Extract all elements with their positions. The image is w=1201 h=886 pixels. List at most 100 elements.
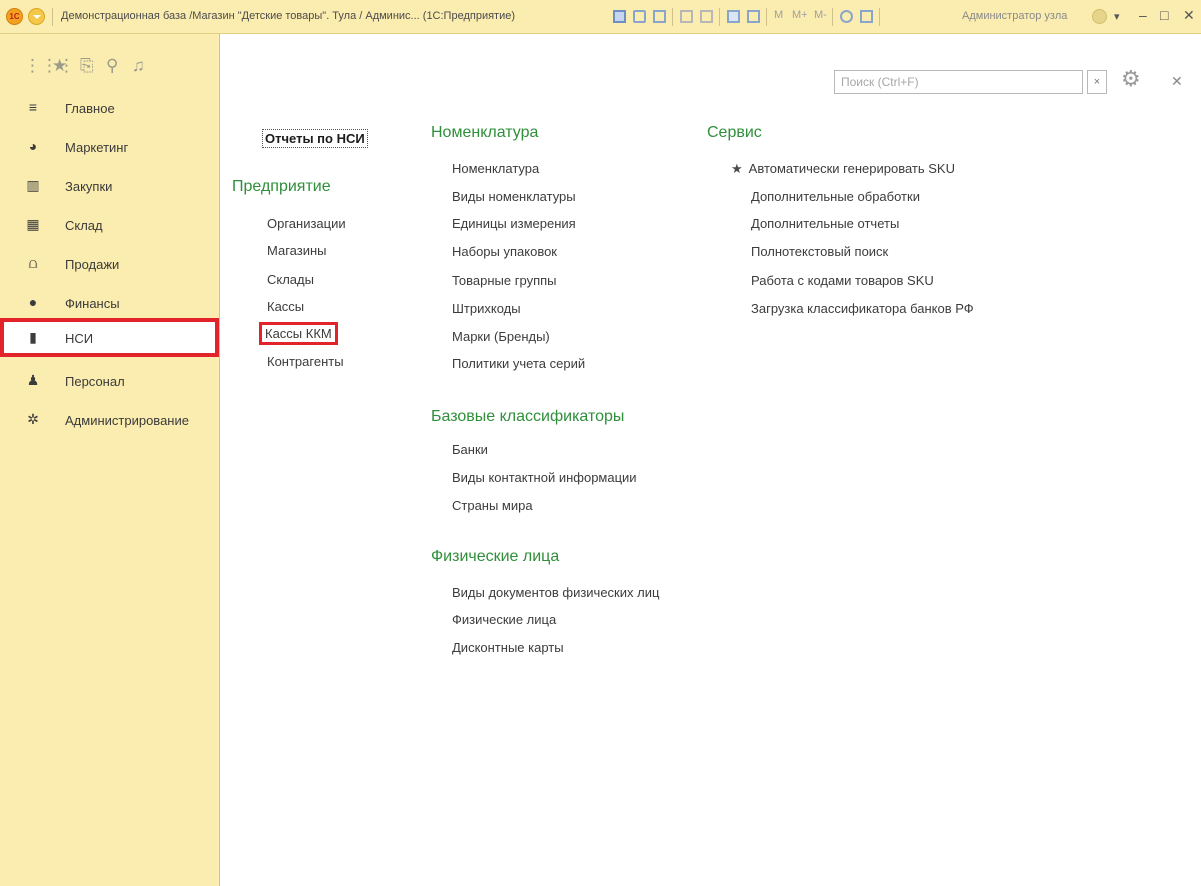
section-title-nomenclature: Номенклатура (431, 124, 539, 141)
sidebar-item-label: Финансы (65, 296, 120, 311)
menu-lines-icon: ≡ (28, 99, 38, 115)
section-title-classifiers: Базовые классификаторы (431, 408, 625, 425)
panels-icon[interactable] (860, 10, 873, 23)
sidebar-item-warehouse[interactable]: ▦ Склад (0, 208, 219, 242)
link-sku-codes[interactable]: Работа с кодами товаров SKU (751, 273, 934, 288)
reports-link[interactable]: Отчеты по НСИ (262, 129, 368, 148)
print-icon[interactable] (633, 10, 646, 23)
pie-chart-icon: ◕ (28, 138, 38, 154)
history-icon[interactable]: ⎘ (80, 56, 94, 76)
documents-icon: ▮ (29, 329, 37, 345)
sidebar-item-label: НСИ (65, 331, 94, 346)
calendar-icon[interactable] (747, 10, 760, 23)
separator (832, 8, 833, 26)
link-contact-info-types[interactable]: Виды контактной информации (452, 470, 637, 485)
window-title: Демонстрационная база /Магазин "Детские … (61, 10, 516, 22)
warehouse-grid-icon: ▦ (26, 216, 40, 232)
link-discount-cards[interactable]: Дисконтные карты (452, 640, 564, 655)
maximize-button[interactable]: □ (1160, 7, 1168, 23)
minimize-button[interactable]: – (1139, 7, 1147, 23)
basket-icon: ⩍ (28, 255, 38, 271)
separator (52, 8, 53, 26)
link-warehouses[interactable]: Склады (267, 272, 314, 287)
close-panel-button[interactable]: ✕ (1171, 73, 1183, 90)
link-nomenclature-types[interactable]: Виды номенклатуры (452, 189, 576, 204)
sidebar-item-personnel[interactable]: ♟ Персонал (0, 364, 219, 398)
settings-gear-icon[interactable]: ⚙ (1121, 66, 1141, 92)
calculator-icon[interactable] (727, 10, 740, 23)
section-title-persons: Физические лица (431, 548, 560, 565)
link-banks[interactable]: Банки (452, 442, 488, 457)
link-product-groups[interactable]: Товарные группы (452, 273, 557, 288)
dropdown-arrow-icon[interactable]: ▾ (1114, 10, 1120, 23)
ruble-icon: ● (28, 294, 38, 310)
star-icon: ★ (731, 161, 743, 176)
sidebar-item-label: Администрирование (65, 413, 189, 428)
sidebar-item-marketing[interactable]: ◕ Маркетинг (0, 130, 219, 164)
preview-icon[interactable] (653, 10, 666, 23)
sidebar-item-label: Склад (65, 218, 103, 233)
link-label: Автоматически генерировать SKU (748, 161, 955, 176)
sidebar-item-label: Персонал (65, 374, 125, 389)
sidebar-item-label: Продажи (65, 257, 120, 272)
separator (719, 8, 720, 26)
separator (879, 8, 880, 26)
link-brands[interactable]: Марки (Бренды) (452, 329, 550, 344)
link-stores[interactable]: Магазины (267, 243, 327, 258)
zoom-icon[interactable] (840, 10, 853, 23)
sidebar-item-label: Закупки (65, 179, 113, 194)
link-persons[interactable]: Физические лица (452, 612, 556, 627)
link-series-policies[interactable]: Политики учета серий (452, 356, 585, 371)
apps-grid-icon[interactable]: ⋮⋮⋮ (24, 56, 75, 76)
sidebar-item-administration[interactable]: ✲ Администрирование (0, 403, 219, 437)
link-package-sets[interactable]: Наборы упаковок (452, 244, 557, 259)
sidebar-item-purchases[interactable]: ▥ Закупки (0, 169, 219, 203)
sidebar-item-nsi[interactable]: ▮ НСИ (0, 318, 219, 357)
link-countries[interactable]: Страны мира (452, 498, 533, 513)
notifications-bell-icon[interactable]: ♫ (132, 56, 145, 76)
info-icon[interactable] (1092, 9, 1107, 24)
sidebar-item-sales[interactable]: ⩍ Продажи (0, 247, 219, 281)
link-fulltext-search[interactable]: Полнотекстовый поиск (751, 244, 888, 259)
sidebar-item-main[interactable]: ≡ Главное (0, 91, 219, 125)
sidebar-item-finance[interactable]: ● Финансы (0, 286, 219, 320)
sidebar-item-label: Главное (65, 101, 115, 116)
link-units[interactable]: Единицы измерения (452, 216, 576, 231)
save-icon[interactable] (613, 10, 626, 23)
link-counterparties[interactable]: Контрагенты (267, 354, 344, 369)
link-auto-generate-sku[interactable]: ★ Автоматически генерировать SKU (731, 161, 955, 177)
favorites-star-icon[interactable]: ★ (52, 56, 67, 76)
link-additional-processing[interactable]: Дополнительные обработки (751, 189, 920, 204)
main-content: × ⚙ ✕ Отчеты по НСИ Предприятие Организа… (221, 34, 1201, 886)
link-kkm-cash-desks[interactable]: Кассы ККМ (259, 322, 338, 345)
link-bank-classifier-load[interactable]: Загрузка классификатора банков РФ (751, 301, 974, 316)
clear-search-button[interactable]: × (1087, 70, 1107, 94)
section-title-enterprise: Предприятие (232, 178, 331, 195)
upload-icon[interactable] (680, 10, 693, 23)
close-window-button[interactable]: ✕ (1183, 7, 1195, 24)
link-nomenclature[interactable]: Номенклатура (452, 161, 539, 176)
app-logo-icon[interactable]: 1С (6, 8, 23, 25)
memory-plus-button[interactable]: M+ (792, 9, 808, 21)
shopping-basket-icon: ▥ (26, 177, 40, 193)
section-title-service: Сервис (707, 124, 762, 141)
person-icon: ♟ (26, 372, 40, 388)
download-icon[interactable] (700, 10, 713, 23)
link-barcodes[interactable]: Штрихкоды (452, 301, 521, 316)
link-organizations[interactable]: Организации (267, 216, 346, 231)
search-input[interactable] (834, 70, 1083, 94)
link-cash-desks[interactable]: Кассы (267, 299, 304, 314)
separator (672, 8, 673, 26)
separator (766, 8, 767, 26)
memory-minus-button[interactable]: M- (814, 9, 827, 21)
sidebar-toolbar: ⋮⋮⋮ ★ ⎘ ⚲ ♫ (0, 34, 220, 88)
current-user[interactable]: Администратор узла (962, 10, 1067, 22)
sidebar: ⋮⋮⋮ ★ ⎘ ⚲ ♫ ≡ Главное ◕ Маркетинг ▥ Заку… (0, 34, 220, 886)
link-additional-reports[interactable]: Дополнительные отчеты (751, 216, 899, 231)
memory-button[interactable]: M (774, 9, 783, 21)
main-menu-button[interactable] (28, 8, 45, 25)
link-person-document-types[interactable]: Виды документов физических лиц (452, 585, 659, 600)
sidebar-item-label: Маркетинг (65, 140, 129, 155)
search-icon[interactable]: ⚲ (106, 56, 118, 76)
gear-icon: ✲ (27, 411, 39, 427)
